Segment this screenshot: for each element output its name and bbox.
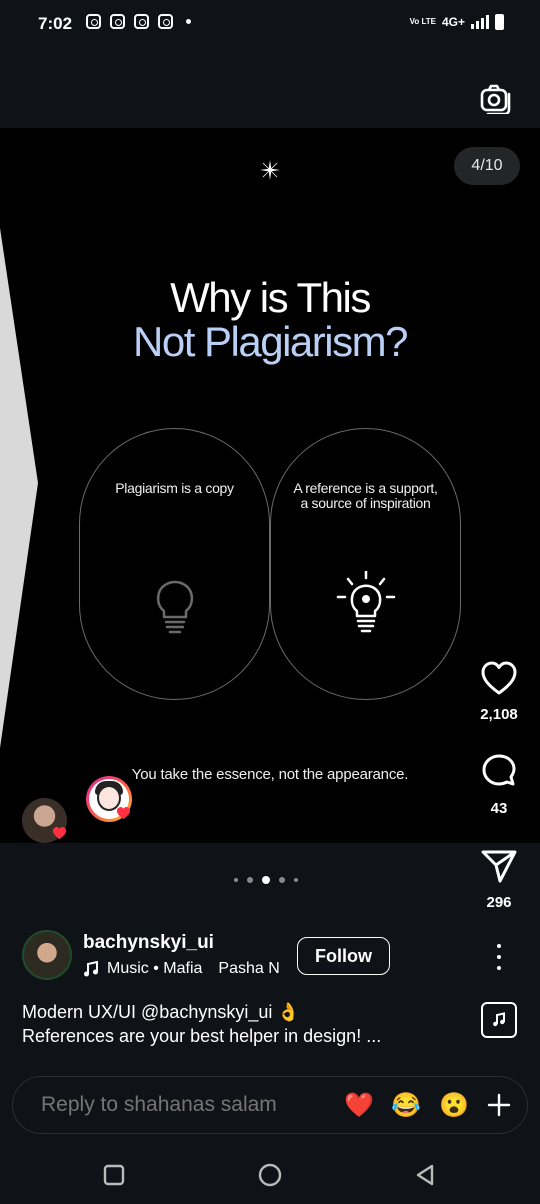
post-bottom-line: You take the essence, not the appearance… (131, 766, 409, 783)
slide-counter: 4/10 (454, 147, 520, 185)
like-action[interactable]: 2,108 (470, 660, 528, 723)
back-icon[interactable] (412, 1162, 438, 1188)
headline-line-2: Not Plagiarism? (133, 318, 408, 365)
top-bar (0, 48, 540, 128)
bulb-off-icon (156, 580, 193, 634)
carousel-dot (234, 878, 238, 882)
post-headline: Why is This Not Plagiarism? (0, 276, 540, 364)
post-carousel[interactable]: 4/10 Why is This Not Plagiarism? Plagiar… (0, 128, 540, 843)
status-time: 7:02 (38, 14, 73, 33)
music-title: Music • Mafia (107, 960, 203, 977)
more-icon[interactable] (489, 944, 509, 970)
music-info[interactable]: Music • Mafia Pasha N (83, 960, 283, 978)
instagram-notification-icon (86, 14, 101, 29)
plus-icon[interactable] (485, 1091, 513, 1119)
heart-icon[interactable] (480, 660, 518, 696)
reply-input[interactable] (41, 1093, 331, 1117)
instagram-notification-icon (158, 14, 173, 29)
author-row: bachynskyi_ui Music • Mafia Pasha N Foll… (0, 928, 540, 988)
plagiarism-card: Plagiarism is a copy (79, 428, 270, 700)
like-count: 2,108 (480, 706, 518, 723)
author-avatar[interactable] (22, 930, 72, 980)
caption-line-2: References are your best helper in desig… (22, 1026, 382, 1046)
carousel-dot (247, 877, 253, 883)
instagram-notification-icon (134, 14, 149, 29)
carousel-dot-active (262, 876, 270, 884)
more-notifications-dot-icon (186, 19, 191, 24)
audio-button[interactable] (481, 1002, 517, 1038)
emoji-heart-button[interactable]: ❤️ (343, 1090, 375, 1122)
music-note-icon (493, 1012, 505, 1027)
carousel-indicator (234, 876, 298, 884)
recent-apps-icon[interactable] (101, 1162, 127, 1188)
music-artist: Pasha N (218, 960, 280, 977)
reference-card-text: A reference is a support, a source of in… (293, 480, 438, 511)
emoji-laugh-button[interactable]: 😂 (390, 1090, 422, 1122)
carousel-dot (279, 877, 285, 883)
carousel-dot (294, 878, 298, 882)
bulb-on-icon (336, 571, 395, 633)
battery-icon (495, 14, 504, 30)
emoji-wow-button[interactable]: 😮 (438, 1090, 470, 1122)
share-count: 296 (486, 894, 512, 911)
like-badge-icon (116, 806, 131, 820)
volte-indicator: Vo LTE (409, 17, 436, 26)
notification-icons (86, 14, 191, 29)
reply-bar: ❤️ 😂 😮 (12, 1076, 528, 1134)
music-note-icon (84, 961, 98, 977)
reference-card: A reference is a support, a source of in… (270, 428, 461, 700)
caption-line-1: Modern UX/UI @bachynskyi_ui 👌 (22, 1002, 300, 1022)
home-icon[interactable] (257, 1162, 283, 1188)
signal-icon (471, 15, 489, 29)
like-badge-icon (52, 826, 67, 840)
share-action[interactable]: 296 (470, 848, 528, 911)
network-type: 4G+ (441, 15, 465, 29)
headline-line-1: Why is This (170, 274, 371, 321)
sparkle-icon (260, 160, 280, 180)
share-icon[interactable] (480, 848, 518, 884)
camera-icon[interactable] (478, 82, 514, 114)
plagiarism-card-text: Plagiarism is a copy (115, 480, 234, 496)
comment-count: 43 (490, 800, 508, 817)
comment-icon[interactable] (480, 754, 518, 790)
status-indicators: Vo LTE 4G+ (410, 14, 504, 30)
post-caption[interactable]: Modern UX/UI @bachynskyi_ui 👌 References… (22, 1000, 462, 1048)
status-bar: 7:02 Vo LTE 4G+ (0, 0, 540, 48)
system-nav-bar (0, 1146, 540, 1204)
author-username[interactable]: bachynskyi_ui (83, 932, 214, 954)
instagram-notification-icon (110, 14, 125, 29)
follow-button[interactable]: Follow (297, 937, 390, 975)
comment-action[interactable]: 43 (470, 754, 528, 817)
